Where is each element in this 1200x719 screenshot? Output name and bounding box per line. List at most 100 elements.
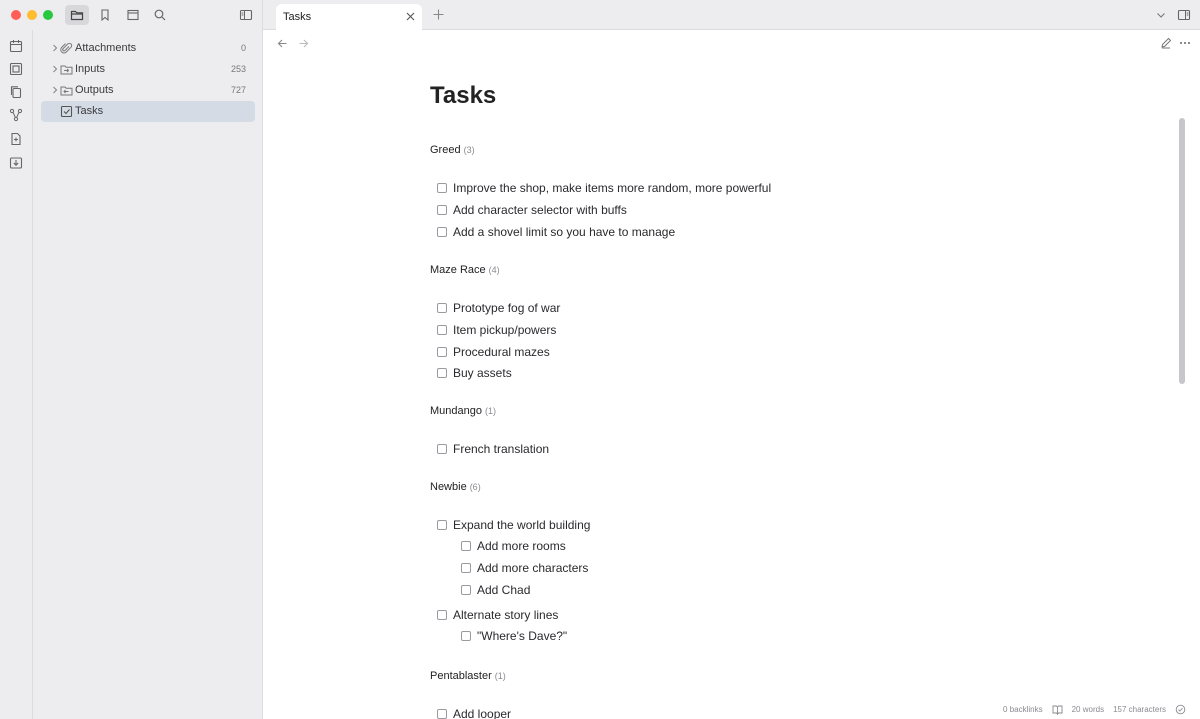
sidebar-item-count: 253 <box>230 64 246 74</box>
task-item[interactable]: Add looper <box>437 705 511 719</box>
sidebar-item-tasks[interactable]: Tasks <box>41 101 255 122</box>
template-icon[interactable] <box>9 132 23 146</box>
plus-icon[interactable] <box>432 8 445 21</box>
calendar-icon[interactable] <box>9 39 23 53</box>
minimize-window-button[interactable] <box>27 10 37 20</box>
word-count: 20 words <box>1071 704 1105 714</box>
sidebar-item-label: Attachments <box>75 42 137 54</box>
right-sidebar-icon[interactable] <box>1177 8 1191 22</box>
task-label: Item pickup/powers <box>453 323 557 337</box>
arrow-right-icon[interactable] <box>298 38 309 49</box>
folder-icon <box>70 10 84 21</box>
section-name: Pentablaster <box>430 670 492 682</box>
task-label: Add a shovel limit so you have to manage <box>453 225 676 239</box>
chevron-right-icon <box>53 65 58 73</box>
task-label: Add more characters <box>477 561 589 575</box>
chevron-down-icon[interactable] <box>1155 9 1167 21</box>
task-checkbox[interactable] <box>461 563 471 573</box>
pencil-icon[interactable] <box>1160 37 1172 49</box>
sidebar-item-label: Inputs <box>75 63 105 75</box>
view-header <box>263 30 1200 58</box>
task-checkbox[interactable] <box>461 541 471 551</box>
task-checkbox[interactable] <box>437 183 447 193</box>
task-item[interactable]: Add a shovel limit so you have to manage <box>437 223 675 241</box>
copy-icon[interactable] <box>9 85 23 99</box>
files-view-button[interactable] <box>65 5 89 25</box>
task-label: Add more rooms <box>477 539 566 553</box>
chevron-right-icon <box>53 86 58 94</box>
graph-icon[interactable] <box>9 108 23 122</box>
folder-input-icon <box>60 65 73 75</box>
search-icon <box>154 9 166 21</box>
section-name: Greed <box>430 144 461 156</box>
section-count: (4) <box>488 265 500 275</box>
task-checkbox[interactable] <box>437 709 447 719</box>
backlinks-count[interactable]: 0 backlinks <box>1003 705 1043 714</box>
task-item[interactable]: Alternate story lines <box>437 606 558 624</box>
task-checkbox[interactable] <box>437 303 447 313</box>
subtask-item[interactable]: "Where's Dave?" <box>461 627 567 645</box>
task-item[interactable]: Procedural mazes <box>437 343 550 361</box>
more-options-icon[interactable] <box>1178 37 1192 49</box>
file-tree: Attachments 0 Inputs 253 Outputs 727 Tas… <box>34 38 262 122</box>
task-label: Expand the world building <box>453 518 591 532</box>
section-count: (6) <box>469 482 481 492</box>
task-checkbox[interactable] <box>437 347 447 357</box>
ribbon <box>0 30 33 719</box>
sync-check-icon[interactable] <box>1175 704 1186 715</box>
task-label: Procedural mazes <box>453 345 550 359</box>
book-icon[interactable] <box>1052 704 1063 715</box>
zoom-window-button[interactable] <box>43 10 53 20</box>
window-titlebar <box>0 0 263 30</box>
subtask-item[interactable]: Add more rooms <box>461 537 566 555</box>
editor-content[interactable]: Tasks Greed (3) Improve the shop, make it… <box>263 58 1188 719</box>
task-label: "Where's Dave?" <box>477 629 568 643</box>
vertical-scrollbar[interactable] <box>1179 118 1185 384</box>
folder-output-icon <box>60 86 73 96</box>
section-heading-maze-race: Maze Race (4) <box>430 264 500 276</box>
close-window-button[interactable] <box>11 10 21 20</box>
task-label: Buy assets <box>453 366 512 380</box>
tags-view-button[interactable] <box>121 5 145 25</box>
tab-tasks[interactable]: Tasks <box>276 4 422 30</box>
section-name: Maze Race <box>430 264 486 276</box>
import-icon[interactable] <box>9 156 23 170</box>
left-panel: Attachments 0 Inputs 253 Outputs 727 Tas… <box>0 0 263 719</box>
search-button[interactable] <box>148 5 172 25</box>
task-checkbox[interactable] <box>437 325 447 335</box>
task-checkbox[interactable] <box>437 610 447 620</box>
task-label: Add character selector with buffs <box>453 203 627 217</box>
task-item[interactable]: French translation <box>437 440 549 458</box>
archive-icon <box>127 9 139 21</box>
task-checkbox[interactable] <box>437 368 447 378</box>
bookmarks-view-button[interactable] <box>93 5 117 25</box>
tab-title: Tasks <box>283 11 312 23</box>
task-item[interactable]: Prototype fog of war <box>437 299 560 317</box>
task-item[interactable]: Buy assets <box>437 364 512 382</box>
checkbox-icon <box>60 105 73 118</box>
task-item[interactable]: Add character selector with buffs <box>437 201 627 219</box>
canvas-icon[interactable] <box>9 62 23 76</box>
task-item[interactable]: Item pickup/powers <box>437 321 556 339</box>
sidebar-item-inputs[interactable]: Inputs 253 <box>41 59 255 80</box>
task-checkbox[interactable] <box>461 585 471 595</box>
sidebar-item-label: Outputs <box>75 84 114 96</box>
task-checkbox[interactable] <box>437 520 447 530</box>
task-item[interactable]: Improve the shop, make items more random… <box>437 179 771 197</box>
paperclip-icon <box>60 42 73 54</box>
arrow-left-icon[interactable] <box>277 38 288 49</box>
section-count: (3) <box>463 145 475 155</box>
sidebar-item-outputs[interactable]: Outputs 727 <box>41 80 255 101</box>
task-checkbox[interactable] <box>461 631 471 641</box>
close-icon[interactable] <box>405 11 416 22</box>
task-checkbox[interactable] <box>437 444 447 454</box>
task-label: Improve the shop, make items more random… <box>453 181 772 195</box>
task-item[interactable]: Expand the world building <box>437 516 590 534</box>
subtask-item[interactable]: Add Chad <box>461 581 530 599</box>
toggle-sidebar-button[interactable] <box>234 5 258 25</box>
sidebar-item-attachments[interactable]: Attachments 0 <box>41 38 255 59</box>
section-count: (1) <box>485 406 496 416</box>
subtask-item[interactable]: Add more characters <box>461 559 588 577</box>
task-checkbox[interactable] <box>437 227 447 237</box>
task-checkbox[interactable] <box>437 205 447 215</box>
